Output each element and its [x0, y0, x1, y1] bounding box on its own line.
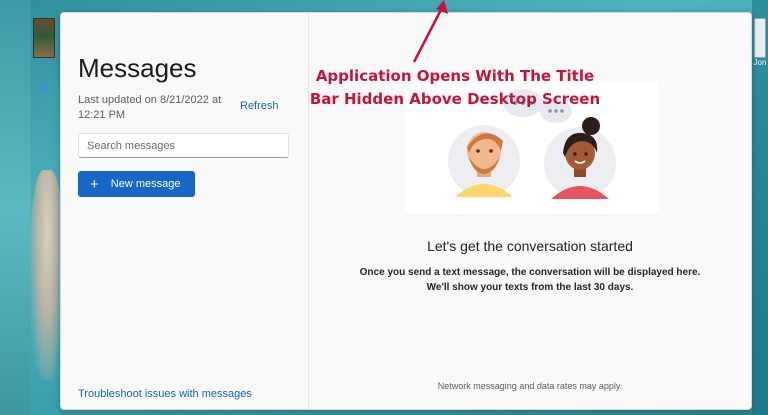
google-icon[interactable]: G: [37, 82, 51, 96]
annotation-line: Application Opens With The Title: [315, 67, 595, 85]
desktop-file-icon[interactable]: [754, 18, 766, 58]
annotation-caption: Application Opens With The Title Bar Hid…: [300, 65, 610, 111]
rates-footer-note: Network messaging and data rates may app…: [437, 381, 623, 391]
annotation-line: Bar Hidden Above Desktop Screen: [309, 90, 601, 108]
troubleshoot-link[interactable]: Troubleshoot issues with messages: [78, 388, 252, 400]
desktop-thumbnail-icon[interactable]: [33, 18, 55, 58]
conversation-heading: Let's get the conversation started: [427, 238, 633, 254]
refresh-link[interactable]: Refresh: [240, 100, 279, 112]
desktop-icon-label: Jon: [753, 58, 767, 67]
desktop-left-strip: [0, 0, 30, 415]
new-message-label: New message: [110, 178, 181, 190]
new-message-button[interactable]: + New message: [78, 171, 195, 197]
last-updated-text: Last updated on 8/21/2022 at 12:21 PM: [78, 94, 222, 121]
desktop-wallpaper-shape: [30, 170, 64, 380]
page-title: Messages: [78, 53, 197, 83]
conversation-list-pane: Messages Last updated on 8/21/2022 at 12…: [61, 13, 309, 409]
plus-icon: +: [90, 175, 99, 193]
annotation-arrow-icon: [412, 0, 448, 63]
search-input[interactable]: [78, 133, 289, 158]
description-line: We'll show your texts from the last 30 d…: [426, 282, 634, 293]
description-line: Once you send a text message, the conver…: [359, 267, 701, 278]
conversation-description: Once you send a text message, the conver…: [309, 265, 751, 295]
